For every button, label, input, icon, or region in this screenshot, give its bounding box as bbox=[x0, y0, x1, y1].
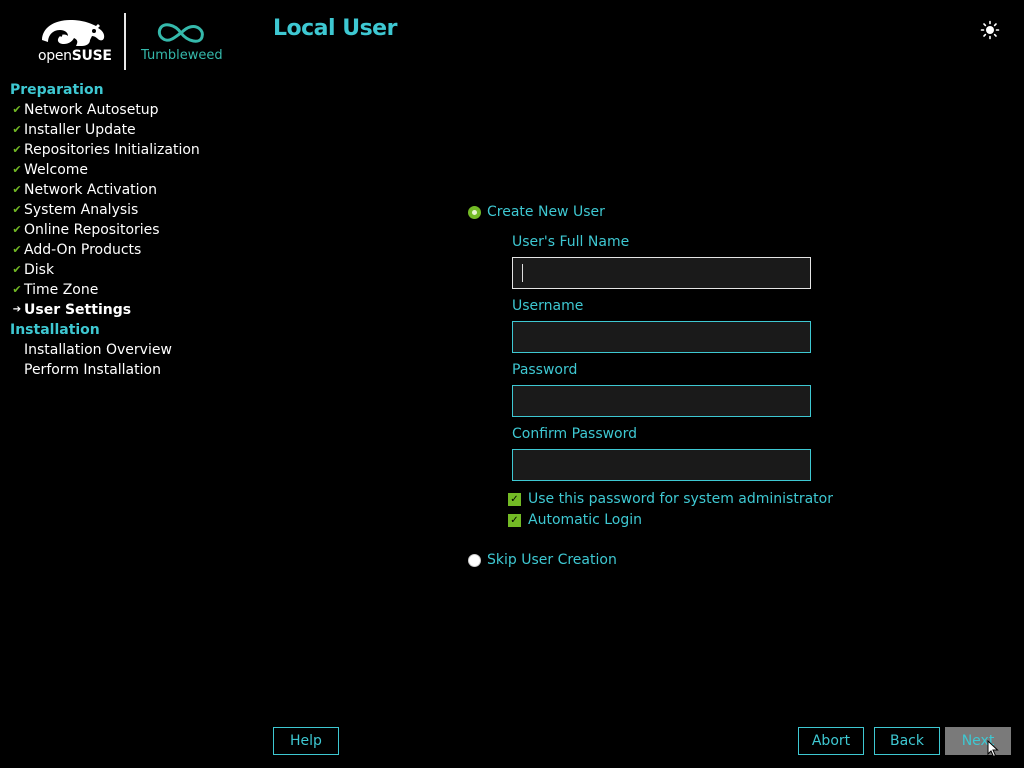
next-button[interactable]: Next bbox=[945, 727, 1011, 755]
step-online-repositories: ✔ Online Repositories bbox=[10, 220, 250, 240]
theme-toggle-button[interactable] bbox=[980, 20, 1000, 40]
mouse-cursor-icon bbox=[987, 740, 999, 758]
confirm-password-label: Confirm Password bbox=[512, 426, 638, 442]
infinity-icon bbox=[157, 23, 204, 43]
check-icon: ✔ bbox=[12, 123, 22, 136]
installation-steps-sidebar: Preparation ✔ Network Autosetup ✔ Installe… bbox=[10, 80, 250, 380]
step-disk: ✔ Disk bbox=[10, 260, 250, 280]
step-system-analysis: ✔ System Analysis bbox=[10, 200, 250, 220]
abort-button[interactable]: Abort bbox=[798, 727, 864, 755]
section-preparation: Preparation bbox=[10, 82, 104, 98]
step-repositories-initialization: ✔ Repositories Initialization bbox=[10, 140, 250, 160]
step-network-activation: ✔ Network Activation bbox=[10, 180, 250, 200]
check-icon: ✔ bbox=[12, 143, 22, 156]
create-new-user-radio[interactable]: Create New User bbox=[468, 204, 605, 220]
step-installer-update: ✔ Installer Update bbox=[10, 120, 250, 140]
username-label: Username bbox=[512, 298, 584, 314]
step-installation-overview: Installation Overview bbox=[24, 342, 172, 358]
step-time-zone: ✔ Time Zone bbox=[10, 280, 250, 300]
brand-suse: SUSE bbox=[71, 48, 112, 64]
username-input[interactable] bbox=[512, 321, 811, 353]
back-button[interactable]: Back bbox=[874, 727, 940, 755]
step-add-on-products: ✔ Add-On Products bbox=[10, 240, 250, 260]
use-password-for-admin-checkbox[interactable]: ✓ Use this password for system administr… bbox=[508, 491, 833, 507]
automatic-login-checkbox[interactable]: ✓ Automatic Login bbox=[508, 512, 642, 528]
checkbox-checked-icon: ✓ bbox=[508, 513, 521, 527]
check-icon: ✔ bbox=[12, 183, 22, 196]
checkbox-checked-icon: ✓ bbox=[508, 492, 521, 506]
arrow-right-icon: ➔ bbox=[12, 304, 22, 315]
section-installation: Installation bbox=[10, 322, 100, 338]
step-network-autosetup: ✔ Network Autosetup bbox=[10, 100, 250, 120]
check-icon: ✔ bbox=[12, 243, 22, 256]
full-name-input[interactable] bbox=[512, 257, 811, 289]
check-icon: ✔ bbox=[12, 263, 22, 276]
password-input[interactable] bbox=[512, 385, 811, 417]
text-caret bbox=[522, 264, 523, 282]
check-icon: ✔ bbox=[12, 283, 22, 296]
product-name: Tumbleweed bbox=[141, 48, 223, 63]
tumbleweed-logo: Tumbleweed bbox=[138, 18, 228, 68]
brand-open: open bbox=[38, 48, 72, 64]
radio-selected-icon bbox=[468, 205, 481, 219]
check-icon: ✔ bbox=[12, 223, 22, 236]
step-welcome: ✔ Welcome bbox=[10, 160, 250, 180]
step-perform-installation: Perform Installation bbox=[24, 362, 161, 378]
check-icon: ✔ bbox=[12, 163, 22, 176]
step-user-settings: ➔ User Settings bbox=[10, 300, 250, 320]
skip-user-creation-radio[interactable]: Skip User Creation bbox=[468, 552, 617, 568]
sun-icon bbox=[980, 20, 1000, 40]
check-icon: ✔ bbox=[12, 103, 22, 116]
confirm-password-input[interactable] bbox=[512, 449, 811, 481]
page-title: Local User bbox=[273, 16, 397, 41]
opensuse-logo: openSUSE bbox=[38, 16, 112, 66]
full-name-label: User's Full Name bbox=[512, 234, 630, 250]
help-button[interactable]: Help bbox=[273, 727, 339, 755]
radio-unselected-icon bbox=[468, 553, 481, 567]
password-label: Password bbox=[512, 362, 578, 378]
chameleon-icon bbox=[42, 20, 105, 46]
check-icon: ✔ bbox=[12, 203, 22, 216]
logo-divider bbox=[124, 13, 126, 70]
